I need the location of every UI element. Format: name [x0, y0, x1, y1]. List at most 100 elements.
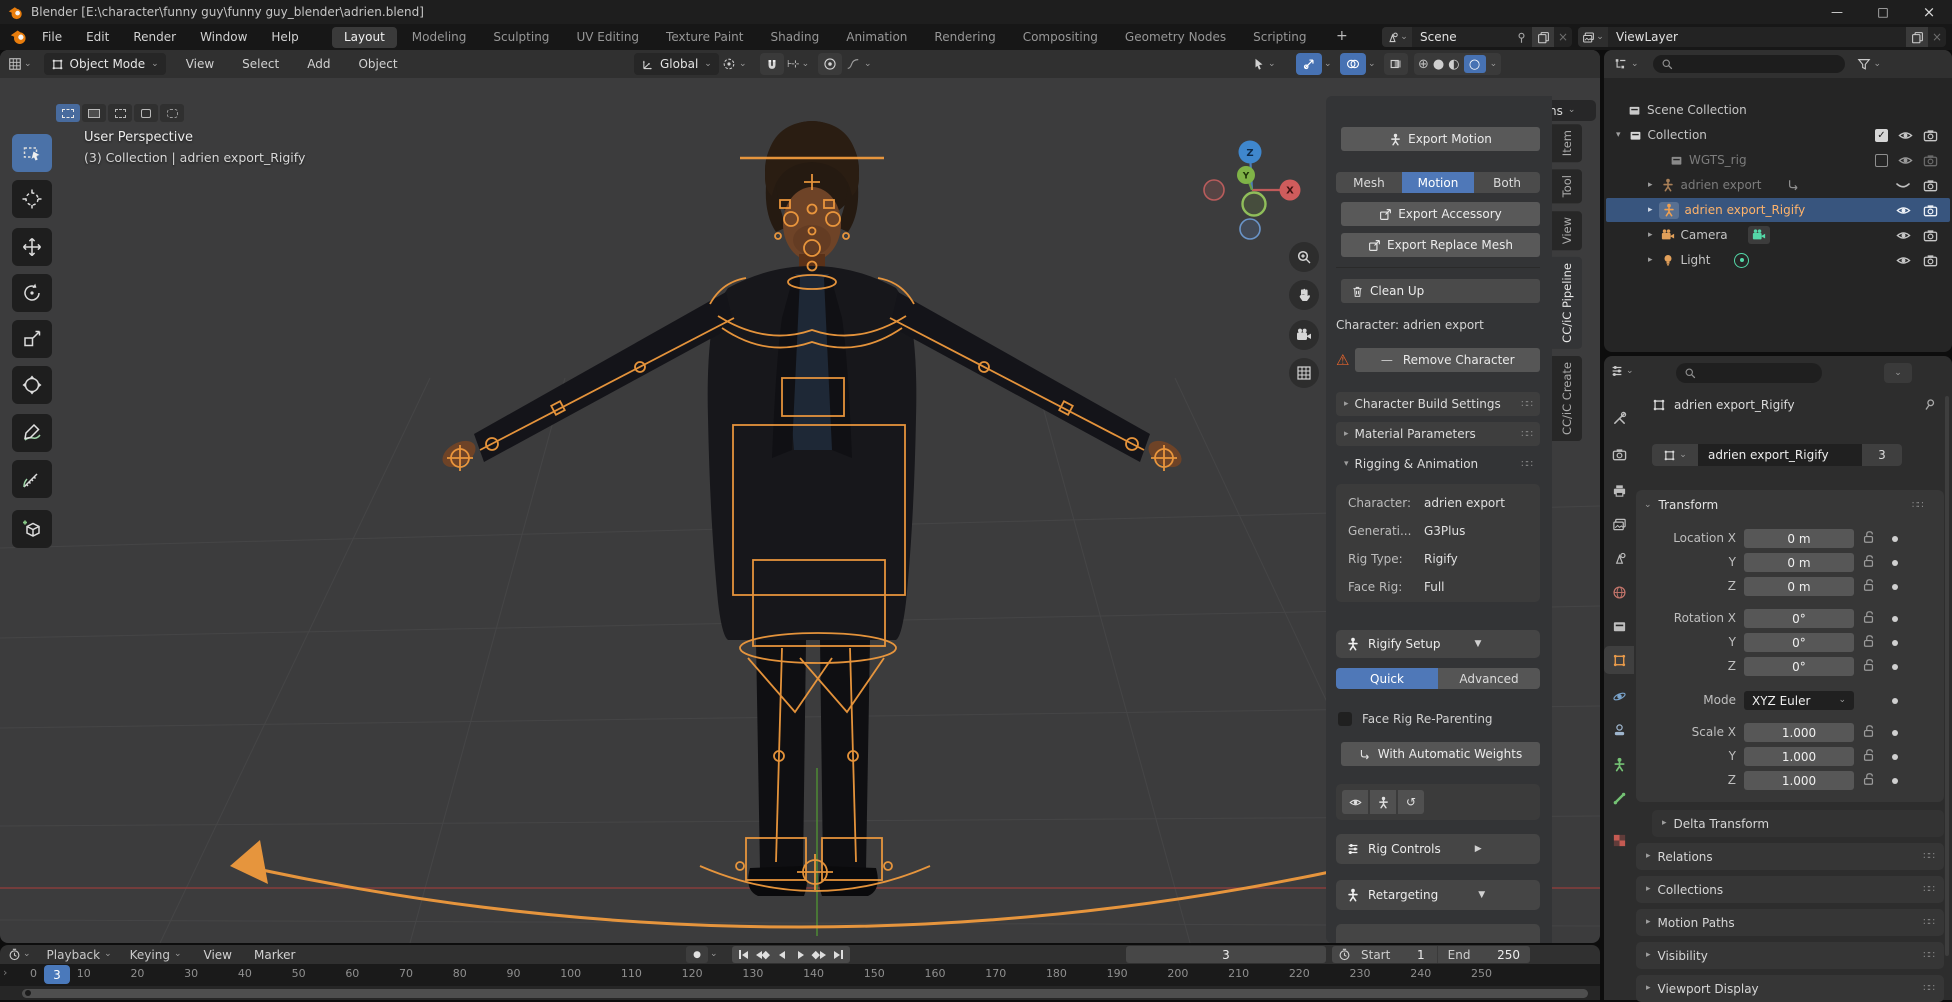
collection-checkbox[interactable]: [1875, 153, 1888, 167]
menu-item[interactable]: Help: [267, 30, 302, 44]
properties-section[interactable]: ▸ Visibility ∷∷: [1636, 942, 1944, 969]
tab-render[interactable]: [1604, 440, 1634, 468]
add-workspace-button[interactable]: +: [1336, 28, 1348, 44]
prev-keyframe-button[interactable]: [753, 945, 772, 964]
drag-dots-icon[interactable]: ∷∷: [1923, 884, 1935, 895]
unlink-scene-button[interactable]: ×: [1554, 30, 1572, 44]
animate-dot[interactable]: [1892, 664, 1898, 670]
shading-wireframe-button[interactable]: ⊕: [1418, 57, 1429, 72]
outliner-row-adrien-export[interactable]: ▸ adrien export: [1606, 173, 1950, 197]
jump-to-start-button[interactable]: [734, 945, 753, 964]
render-toggle[interactable]: [1923, 203, 1938, 218]
location-x-field[interactable]: 0 m: [1744, 529, 1854, 548]
location-y-field[interactable]: 0 m: [1744, 553, 1854, 572]
tab-bone[interactable]: [1604, 784, 1634, 812]
hide-eye-toggle[interactable]: [1898, 128, 1913, 143]
new-scene-button[interactable]: [1532, 27, 1554, 47]
scale-x-field[interactable]: 1.000: [1744, 723, 1854, 742]
hide-eye-toggle[interactable]: [1896, 253, 1911, 268]
outliner-search[interactable]: [1652, 55, 1845, 73]
expand-chevron-icon[interactable]: ›: [3, 966, 7, 979]
tool-annotate[interactable]: [12, 414, 52, 452]
pan-button[interactable]: [1289, 280, 1319, 310]
object-name-field[interactable]: adrien export_Rigify: [1698, 444, 1862, 466]
rig-pose-toggle[interactable]: [1370, 790, 1396, 814]
view-menu[interactable]: View: [200, 948, 236, 962]
properties-scrollbar[interactable]: [1945, 396, 1949, 956]
select-mode-tweak[interactable]: [56, 104, 80, 122]
blender-menu-icon[interactable]: [10, 28, 27, 45]
maximize-button[interactable]: □: [1860, 0, 1906, 24]
segment-mesh[interactable]: Mesh: [1336, 172, 1402, 193]
section-rigging-animation[interactable]: ▾ Rigging & Animation ∷∷: [1336, 452, 1540, 476]
show-gizmo-toggle[interactable]: [1296, 53, 1322, 75]
clean-up-button[interactable]: Clean Up: [1341, 279, 1540, 303]
tab-constraints[interactable]: [1604, 716, 1634, 744]
lock-icon[interactable]: [1862, 658, 1875, 672]
outliner-filter[interactable]: ⌄: [1857, 57, 1881, 71]
animate-dot[interactable]: [1892, 698, 1898, 704]
start-field[interactable]: 1: [1417, 948, 1425, 962]
hide-eye-toggle[interactable]: [1898, 153, 1913, 168]
chevron-down-icon[interactable]: ⌄: [1368, 59, 1376, 69]
animate-dot[interactable]: [1892, 616, 1898, 622]
stopwatch-icon[interactable]: [1338, 948, 1351, 961]
workspace-tab[interactable]: Shading: [758, 27, 831, 48]
drag-dots-icon[interactable]: ∷∷: [1923, 851, 1935, 862]
chevron-right-icon[interactable]: ▸: [1648, 180, 1653, 190]
tab-texture[interactable]: [1604, 826, 1634, 854]
properties-section[interactable]: ▸ Collections ∷∷: [1636, 876, 1944, 903]
render-toggle[interactable]: [1923, 178, 1938, 193]
outliner-row-wgts-rig[interactable]: WGTS_rig: [1606, 148, 1950, 172]
snap-toggle[interactable]: [760, 53, 784, 75]
remove-viewlayer-button[interactable]: ×: [1928, 30, 1946, 44]
render-toggle[interactable]: [1923, 128, 1938, 143]
lock-icon[interactable]: [1862, 724, 1875, 738]
auto-key-toggle[interactable]: ●: [686, 946, 708, 963]
drag-dots-icon[interactable]: ∷∷: [1521, 459, 1533, 470]
properties-options-button[interactable]: ⌄: [1884, 363, 1912, 383]
scale-y-field[interactable]: 1.000: [1744, 747, 1854, 766]
menu-item[interactable]: Render: [129, 30, 180, 44]
pin-icon[interactable]: [1515, 31, 1528, 44]
minimize-button[interactable]: —: [1814, 0, 1860, 24]
eye-closed-toggle[interactable]: [1895, 177, 1911, 193]
shading-material-button[interactable]: ◐: [1448, 57, 1459, 72]
proportional-toggle[interactable]: [818, 53, 842, 75]
segment-motion[interactable]: Motion: [1401, 172, 1475, 193]
workspace-tab[interactable]: Scripting: [1241, 27, 1318, 48]
timeline-editor-type[interactable]: ⌄: [8, 948, 31, 961]
tab-physics[interactable]: [1604, 682, 1634, 710]
viewport-menu-item[interactable]: Object: [354, 57, 401, 71]
next-keyframe-button[interactable]: [810, 945, 829, 964]
tool-rotate[interactable]: [12, 274, 52, 312]
workspace-tab[interactable]: Geometry Nodes: [1113, 27, 1238, 48]
outliner-row-scene-collection[interactable]: Scene Collection: [1606, 98, 1950, 122]
rotation-y-field[interactable]: 0°: [1744, 633, 1854, 652]
tool-cursor[interactable]: [12, 180, 52, 218]
animate-dot[interactable]: [1892, 560, 1898, 566]
tool-select-box[interactable]: [12, 134, 52, 172]
rigify-setup-header[interactable]: Rigify Setup ▼: [1336, 630, 1540, 658]
rotation-z-field[interactable]: 0°: [1744, 657, 1854, 676]
render-toggle[interactable]: [1923, 228, 1938, 243]
chevron-down-icon[interactable]: ⌄: [1644, 500, 1652, 510]
xray-toggle[interactable]: [1384, 53, 1408, 75]
animate-dot[interactable]: [1892, 640, 1898, 646]
snap-target-icon[interactable]: ⊦⊹: [787, 59, 800, 70]
chevron-down-icon[interactable]: ⌄: [1324, 59, 1332, 69]
tab-object-data[interactable]: [1604, 750, 1634, 778]
tab-tool[interactable]: [1604, 404, 1634, 432]
outliner-row-camera[interactable]: ▸ Camera: [1606, 223, 1950, 247]
editor-type-button[interactable]: ⌄: [8, 57, 32, 71]
disclosure-icon[interactable]: ▾: [1616, 130, 1621, 140]
rotation-x-field[interactable]: 0°: [1744, 609, 1854, 628]
properties-section[interactable]: ▸ Delta Transform ∷∷: [1652, 810, 1944, 837]
workspace-tab[interactable]: Modeling: [400, 27, 479, 48]
chevron-right-icon[interactable]: ▸: [1648, 205, 1653, 215]
shading-solid-button[interactable]: ●: [1433, 57, 1444, 72]
face-rig-checkbox[interactable]: [1338, 712, 1352, 726]
new-viewlayer-button[interactable]: [1906, 27, 1928, 47]
falloff-icon[interactable]: [846, 57, 860, 71]
export-replace-mesh-button[interactable]: Export Replace Mesh: [1341, 233, 1540, 257]
